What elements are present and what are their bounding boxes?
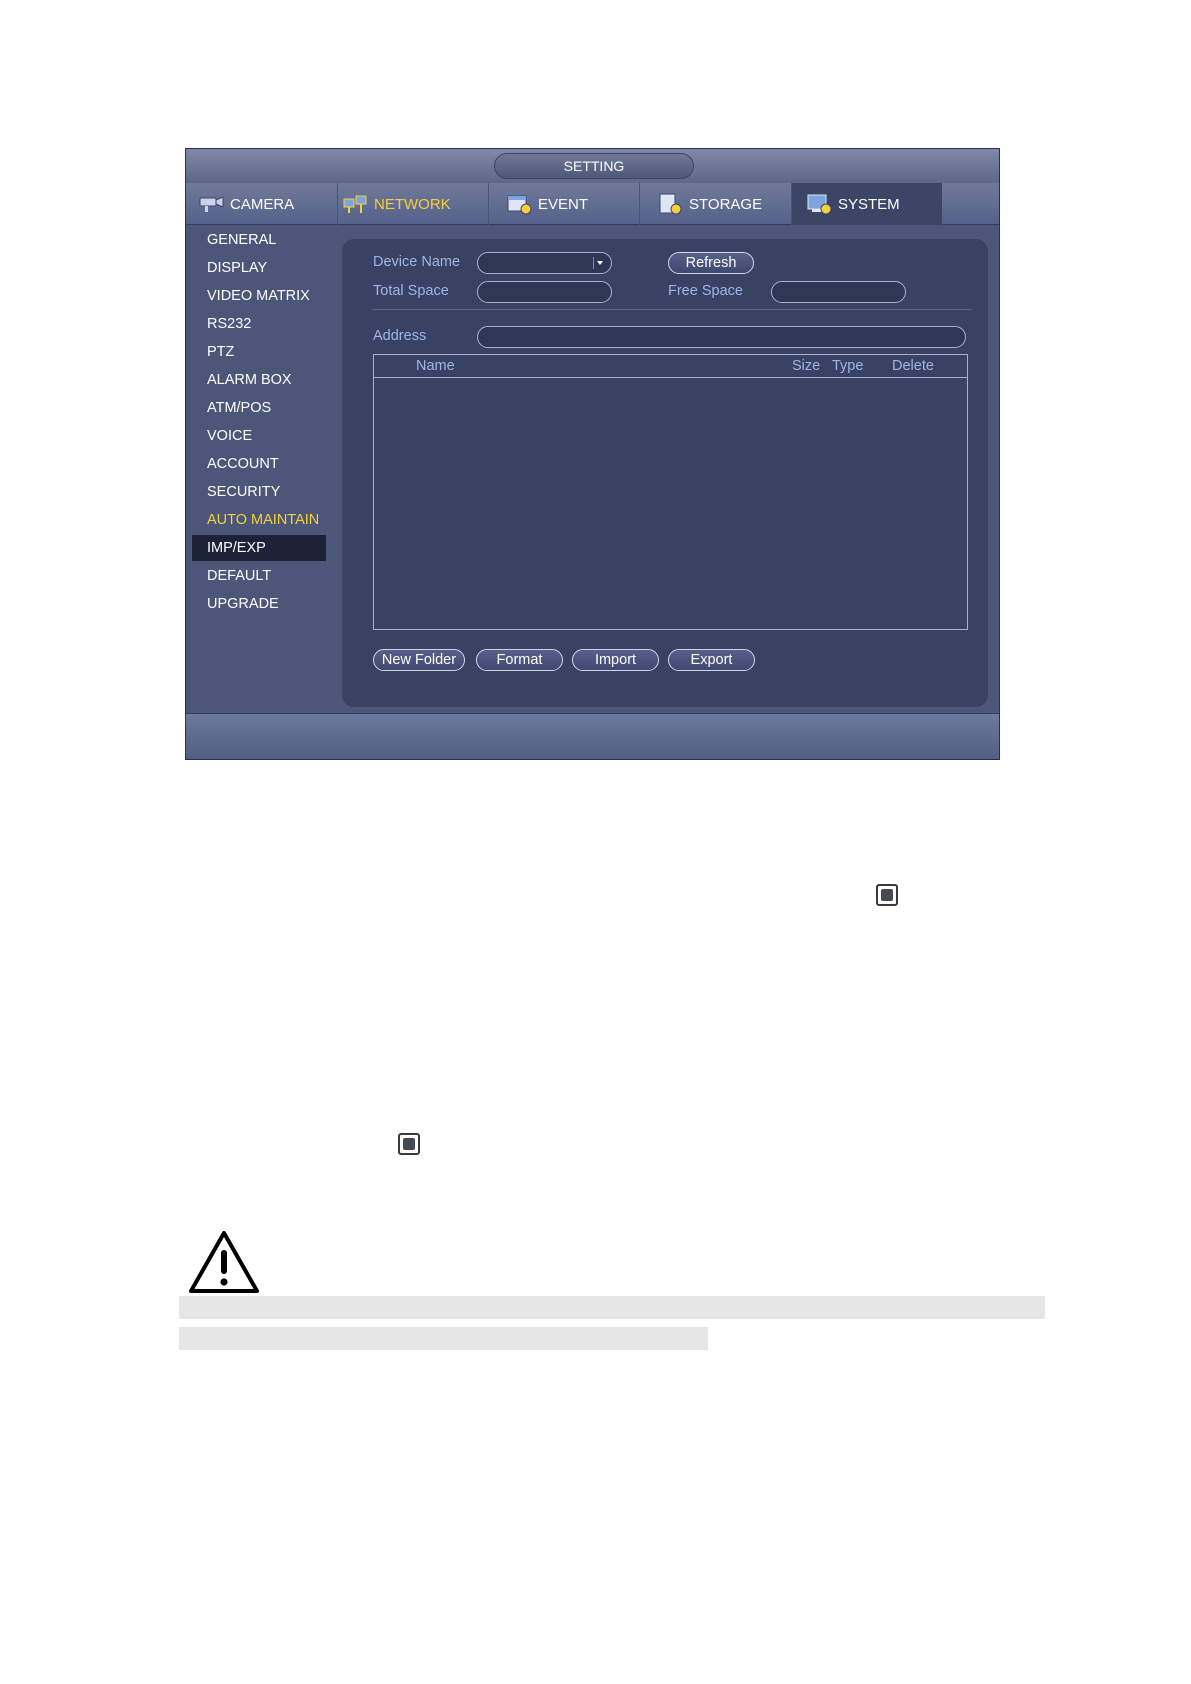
free-space-field: [771, 281, 906, 303]
sidebar-item-video-matrix[interactable]: VIDEO MATRIX: [192, 283, 326, 309]
system-icon: [807, 194, 832, 215]
sidebar-item-rs232[interactable]: RS232: [192, 311, 326, 337]
imp-exp-panel: Device Name Refresh Total Space Free Spa…: [342, 239, 988, 707]
sidebar: GENERAL DISPLAY VIDEO MATRIX RS232 PTZ A…: [186, 225, 336, 715]
column-header-name: Name: [416, 358, 455, 374]
column-header-type: Type: [832, 358, 864, 374]
export-button[interactable]: Export: [668, 649, 755, 671]
device-name-label: Device Name: [373, 254, 461, 270]
new-folder-button[interactable]: New Folder: [373, 649, 465, 671]
tab-system[interactable]: SYSTEM: [792, 183, 942, 225]
tab-event[interactable]: EVENT: [489, 183, 640, 225]
sidebar-item-account[interactable]: ACCOUNT: [192, 451, 326, 477]
file-table[interactable]: Name Size Type Delete: [373, 354, 968, 630]
window-title: SETTING: [494, 153, 694, 179]
warning-highlight-line-2: [179, 1327, 708, 1350]
sidebar-item-security[interactable]: SECURITY: [192, 479, 326, 505]
divider: [372, 309, 972, 310]
import-button[interactable]: Import: [572, 649, 659, 671]
address-field[interactable]: [477, 326, 966, 348]
event-icon: [507, 195, 532, 215]
tab-network[interactable]: NETWORK: [338, 183, 489, 225]
header-divider: [374, 377, 967, 378]
sidebar-item-ptz[interactable]: PTZ: [192, 339, 326, 365]
tab-storage[interactable]: STORAGE: [640, 183, 792, 225]
sidebar-item-voice[interactable]: VOICE: [192, 423, 326, 449]
device-name-dropdown[interactable]: [477, 252, 612, 274]
format-button[interactable]: Format: [476, 649, 563, 671]
refresh-button[interactable]: Refresh: [668, 252, 754, 274]
status-bar: [186, 713, 999, 759]
chevron-down-icon: [593, 257, 605, 269]
sidebar-item-default[interactable]: DEFAULT: [192, 563, 326, 589]
column-header-size: Size: [792, 358, 821, 374]
sidebar-item-alarm-box[interactable]: ALARM BOX: [192, 367, 326, 393]
total-space-label: Total Space: [373, 283, 449, 299]
warning-icon: [189, 1231, 259, 1293]
camera-icon: [199, 196, 224, 212]
column-header-delete: Delete: [892, 358, 934, 374]
tab-camera[interactable]: CAMERA: [198, 183, 338, 225]
warning-highlight-line-1: [179, 1296, 1045, 1319]
sidebar-item-general[interactable]: GENERAL: [192, 227, 326, 253]
storage-icon: [659, 193, 682, 215]
setting-window: SETTING CAMERA NETWORK EVENT STORAGE SYS…: [185, 148, 1000, 760]
address-label: Address: [373, 328, 427, 344]
sidebar-item-atm-pos[interactable]: ATM/POS: [192, 395, 326, 421]
free-space-label: Free Space: [668, 283, 743, 299]
title-bar: SETTING: [186, 149, 999, 183]
sidebar-item-auto-maintain[interactable]: AUTO MAINTAIN: [192, 507, 326, 533]
sidebar-item-upgrade[interactable]: UPGRADE: [192, 591, 326, 617]
stop-button-icon: [876, 884, 898, 906]
sidebar-item-display[interactable]: DISPLAY: [192, 255, 326, 281]
stop-button-icon-2: [398, 1133, 420, 1155]
main-tabs: CAMERA NETWORK EVENT STORAGE SYSTEM: [186, 183, 999, 225]
sidebar-item-imp-exp[interactable]: IMP/EXP: [192, 535, 326, 561]
total-space-field: [477, 281, 612, 303]
network-icon: [343, 195, 367, 213]
